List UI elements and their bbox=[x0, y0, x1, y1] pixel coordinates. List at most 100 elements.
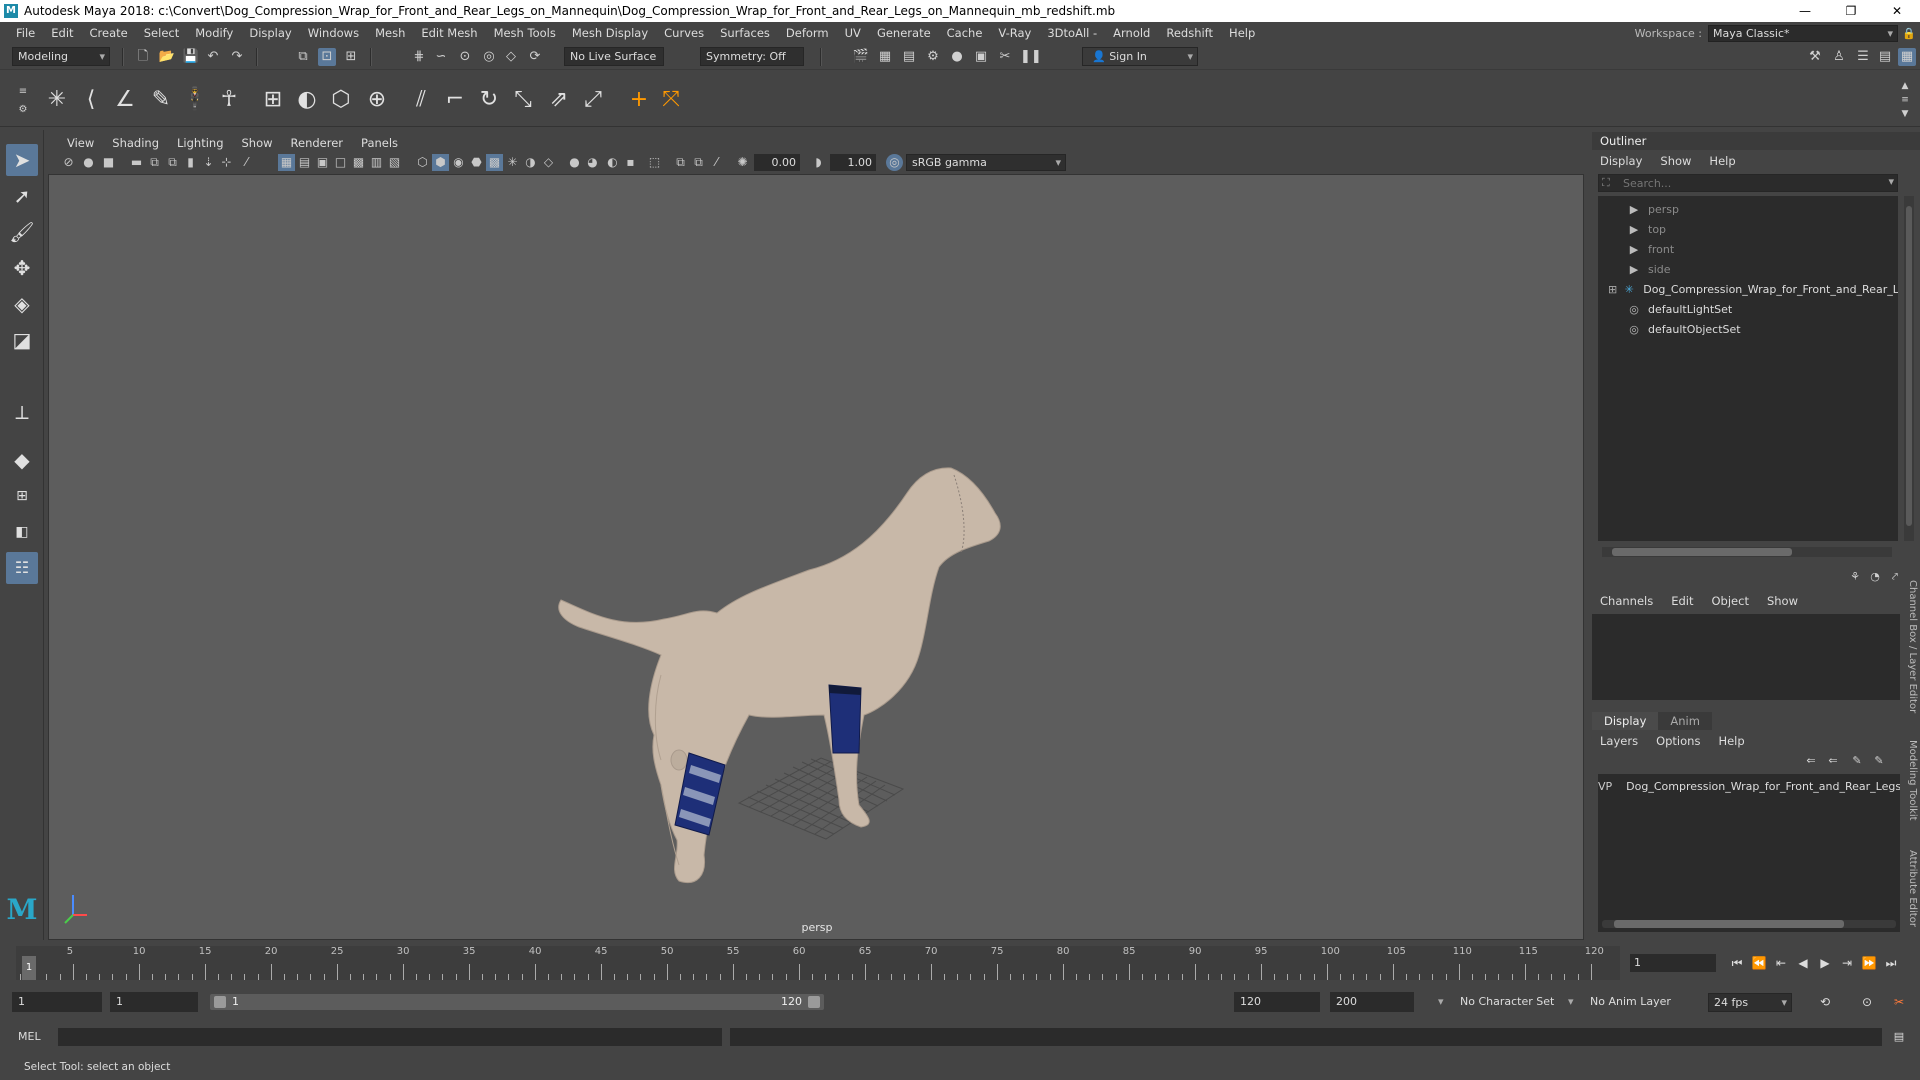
persp-outliner-layout-icon[interactable]: ◧ bbox=[6, 516, 38, 548]
render-settings-icon[interactable]: ⚙ bbox=[924, 48, 942, 66]
sculpt-deformer-icon[interactable]: ⇗ bbox=[544, 85, 574, 115]
attribute-editor-toggle-icon[interactable]: ☰ bbox=[1854, 48, 1872, 66]
snap-to-point-icon[interactable]: ⊙ bbox=[456, 48, 474, 66]
use-all-lights-icon[interactable]: ▥ bbox=[368, 154, 385, 171]
rotate-tool-icon[interactable]: ◈ bbox=[6, 288, 38, 320]
exposure-field[interactable]: 0.00 bbox=[754, 154, 800, 171]
menu-modify[interactable]: Modify bbox=[187, 26, 241, 40]
lights-toggle-icon[interactable]: ◕ bbox=[584, 154, 601, 171]
outliner-vertical-scrollbar[interactable] bbox=[1904, 196, 1914, 541]
x-ray-joints-icon[interactable]: ◉ bbox=[450, 154, 467, 171]
channel-menu-object[interactable]: Object bbox=[1712, 594, 1757, 608]
wireframe-on-shaded-icon[interactable]: ▣ bbox=[314, 154, 331, 171]
camera-attributes-icon[interactable]: ● bbox=[80, 154, 97, 171]
search-filter-icon[interactable]: ⛶ bbox=[1602, 176, 1610, 190]
make-live-icon[interactable]: ⟳ bbox=[526, 48, 544, 66]
image-plane-icon[interactable]: ▬ bbox=[128, 154, 145, 171]
auto-key-icon[interactable]: ⊙ bbox=[1858, 993, 1876, 1011]
perspective-viewport[interactable]: persp bbox=[48, 174, 1584, 940]
layer-row[interactable]: V P Dog_Compression_Wrap_for_Front_and_R… bbox=[1598, 778, 1900, 796]
play-forwards-icon[interactable]: ▶ bbox=[1816, 954, 1834, 972]
snap-to-grid-icon[interactable]: ⋕ bbox=[410, 48, 428, 66]
lattice-icon[interactable]: ⊕ bbox=[362, 85, 392, 115]
menu-help[interactable]: Help bbox=[1221, 26, 1263, 40]
outliner-menu-help[interactable]: Help bbox=[1709, 154, 1743, 168]
lasso-tool-icon[interactable]: ➚ bbox=[6, 180, 38, 212]
select-by-hierarchy-icon[interactable]: ⧉ bbox=[294, 48, 312, 66]
color-mgmt-icon[interactable]: ⧉ bbox=[690, 154, 707, 171]
menu-file[interactable]: File bbox=[8, 26, 43, 40]
isolate-select-icon[interactable]: ⬡ bbox=[414, 154, 431, 171]
character-controls-toggle-icon[interactable]: ♙ bbox=[1830, 48, 1848, 66]
humanik-icon[interactable]: 🕴 bbox=[180, 85, 210, 115]
gamma-icon[interactable]: ◗ bbox=[810, 154, 827, 171]
shaded-toggle-icon[interactable]: ● bbox=[566, 154, 583, 171]
textured-icon[interactable]: ▩ bbox=[350, 154, 367, 171]
step-forward-key-icon[interactable]: ⏩ bbox=[1860, 954, 1878, 972]
outliner-item-front[interactable]: ▶ front bbox=[1598, 240, 1898, 260]
move-layer-up-icon[interactable]: ⇐ bbox=[1802, 752, 1820, 770]
outliner-item-defaultlightset[interactable]: ◎ defaultLightSet bbox=[1598, 300, 1898, 320]
menu-mesh-tools[interactable]: Mesh Tools bbox=[486, 26, 564, 40]
layer-playback-toggle[interactable]: P bbox=[1606, 778, 1613, 796]
film-gate-icon[interactable]: ⇣ bbox=[200, 154, 217, 171]
two-d-pan-zoom-icon[interactable]: ⧉ bbox=[146, 154, 163, 171]
animation-end-field[interactable]: 200 bbox=[1330, 992, 1414, 1012]
layer-menu-layers[interactable]: Layers bbox=[1600, 734, 1646, 748]
close-button[interactable]: ✕ bbox=[1874, 0, 1920, 22]
locator-icon[interactable]: + bbox=[624, 85, 654, 115]
script-editor-icon[interactable]: ▤ bbox=[1890, 1028, 1908, 1046]
channel-box-toggle-icon[interactable]: ▦ bbox=[1898, 48, 1916, 66]
outliner-layout-icon[interactable]: ☷ bbox=[6, 552, 38, 584]
channel-menu-edit[interactable]: Edit bbox=[1671, 594, 1701, 608]
range-start-handle[interactable] bbox=[214, 996, 226, 1008]
pause-viewport-icon[interactable]: ❚❚ bbox=[1020, 48, 1042, 66]
paint-weights-icon[interactable]: ◐ bbox=[292, 85, 322, 115]
four-view-layout-icon[interactable]: ⊞ bbox=[6, 480, 38, 512]
shelf-settings-icon[interactable]: ⚙ bbox=[14, 101, 32, 119]
redo-icon[interactable]: ↷ bbox=[228, 48, 246, 66]
tab-anim[interactable]: Anim bbox=[1658, 712, 1712, 730]
menu-deform[interactable]: Deform bbox=[778, 26, 837, 40]
outliner-menu-display[interactable]: Display bbox=[1600, 154, 1650, 168]
modeling-toolkit-toggle-icon[interactable]: ⚒ bbox=[1806, 48, 1824, 66]
live-surface-field[interactable]: No Live Surface bbox=[564, 47, 664, 66]
vp-menu-view[interactable]: View bbox=[58, 136, 103, 150]
menu-generate[interactable]: Generate bbox=[869, 26, 939, 40]
layer-visibility-toggle[interactable]: V bbox=[1598, 778, 1606, 796]
menu-3dtoall[interactable]: 3DtoAll - bbox=[1039, 26, 1105, 40]
vp-menu-renderer[interactable]: Renderer bbox=[282, 136, 353, 150]
show-manipulator-icon[interactable]: ⟂ bbox=[6, 396, 38, 428]
outliner-horizontal-scrollbar[interactable] bbox=[1602, 547, 1892, 557]
range-end-handle[interactable] bbox=[808, 996, 820, 1008]
camera-view-icon[interactable]: ⁄ bbox=[708, 154, 725, 171]
vp-menu-show[interactable]: Show bbox=[233, 136, 282, 150]
menu-windows[interactable]: Windows bbox=[300, 26, 367, 40]
fps-dropdown[interactable]: 24 fps ▾ bbox=[1708, 993, 1792, 1012]
constraint-icon[interactable]: ⤧ bbox=[656, 85, 686, 115]
expand-icon[interactable]: ⊞ bbox=[1608, 283, 1617, 296]
menu-uv[interactable]: UV bbox=[837, 26, 869, 40]
select-by-object-icon[interactable]: ⊡ bbox=[318, 48, 336, 66]
snap-to-view-plane-icon[interactable]: ◇ bbox=[502, 48, 520, 66]
menu-cache[interactable]: Cache bbox=[939, 26, 991, 40]
ik-handle-icon[interactable]: ⟨ bbox=[76, 85, 106, 115]
gate-mask-icon[interactable]: ⁄ bbox=[238, 154, 255, 171]
channel-menu-channels[interactable]: Channels bbox=[1600, 594, 1661, 608]
gamma-field[interactable]: 1.00 bbox=[830, 154, 876, 171]
outliner-item-top[interactable]: ▶ top bbox=[1598, 220, 1898, 240]
smooth-shade-icon[interactable]: ▤ bbox=[296, 154, 313, 171]
motion-blur-icon[interactable]: ◑ bbox=[522, 154, 539, 171]
playback-start-field[interactable]: 1 bbox=[110, 992, 198, 1012]
step-back-key-icon[interactable]: ⏪ bbox=[1750, 954, 1768, 972]
depth-of-field-icon[interactable]: ✳ bbox=[504, 154, 521, 171]
maximize-button[interactable]: ❐ bbox=[1828, 0, 1874, 22]
outliner-menu-show[interactable]: Show bbox=[1660, 154, 1699, 168]
step-back-frame-icon[interactable]: ⇤ bbox=[1772, 954, 1790, 972]
x-ray-icon[interactable]: ⬢ bbox=[432, 154, 449, 171]
skeleton-icon[interactable]: ☥ bbox=[214, 85, 244, 115]
tab-channel-box-layer-editor[interactable]: Channel Box / Layer Editor bbox=[1904, 580, 1918, 713]
wrap-deformer-icon[interactable]: ⌐ bbox=[440, 85, 470, 115]
menu-display[interactable]: Display bbox=[241, 26, 299, 40]
light-editor-icon[interactable]: ✂ bbox=[996, 48, 1014, 66]
